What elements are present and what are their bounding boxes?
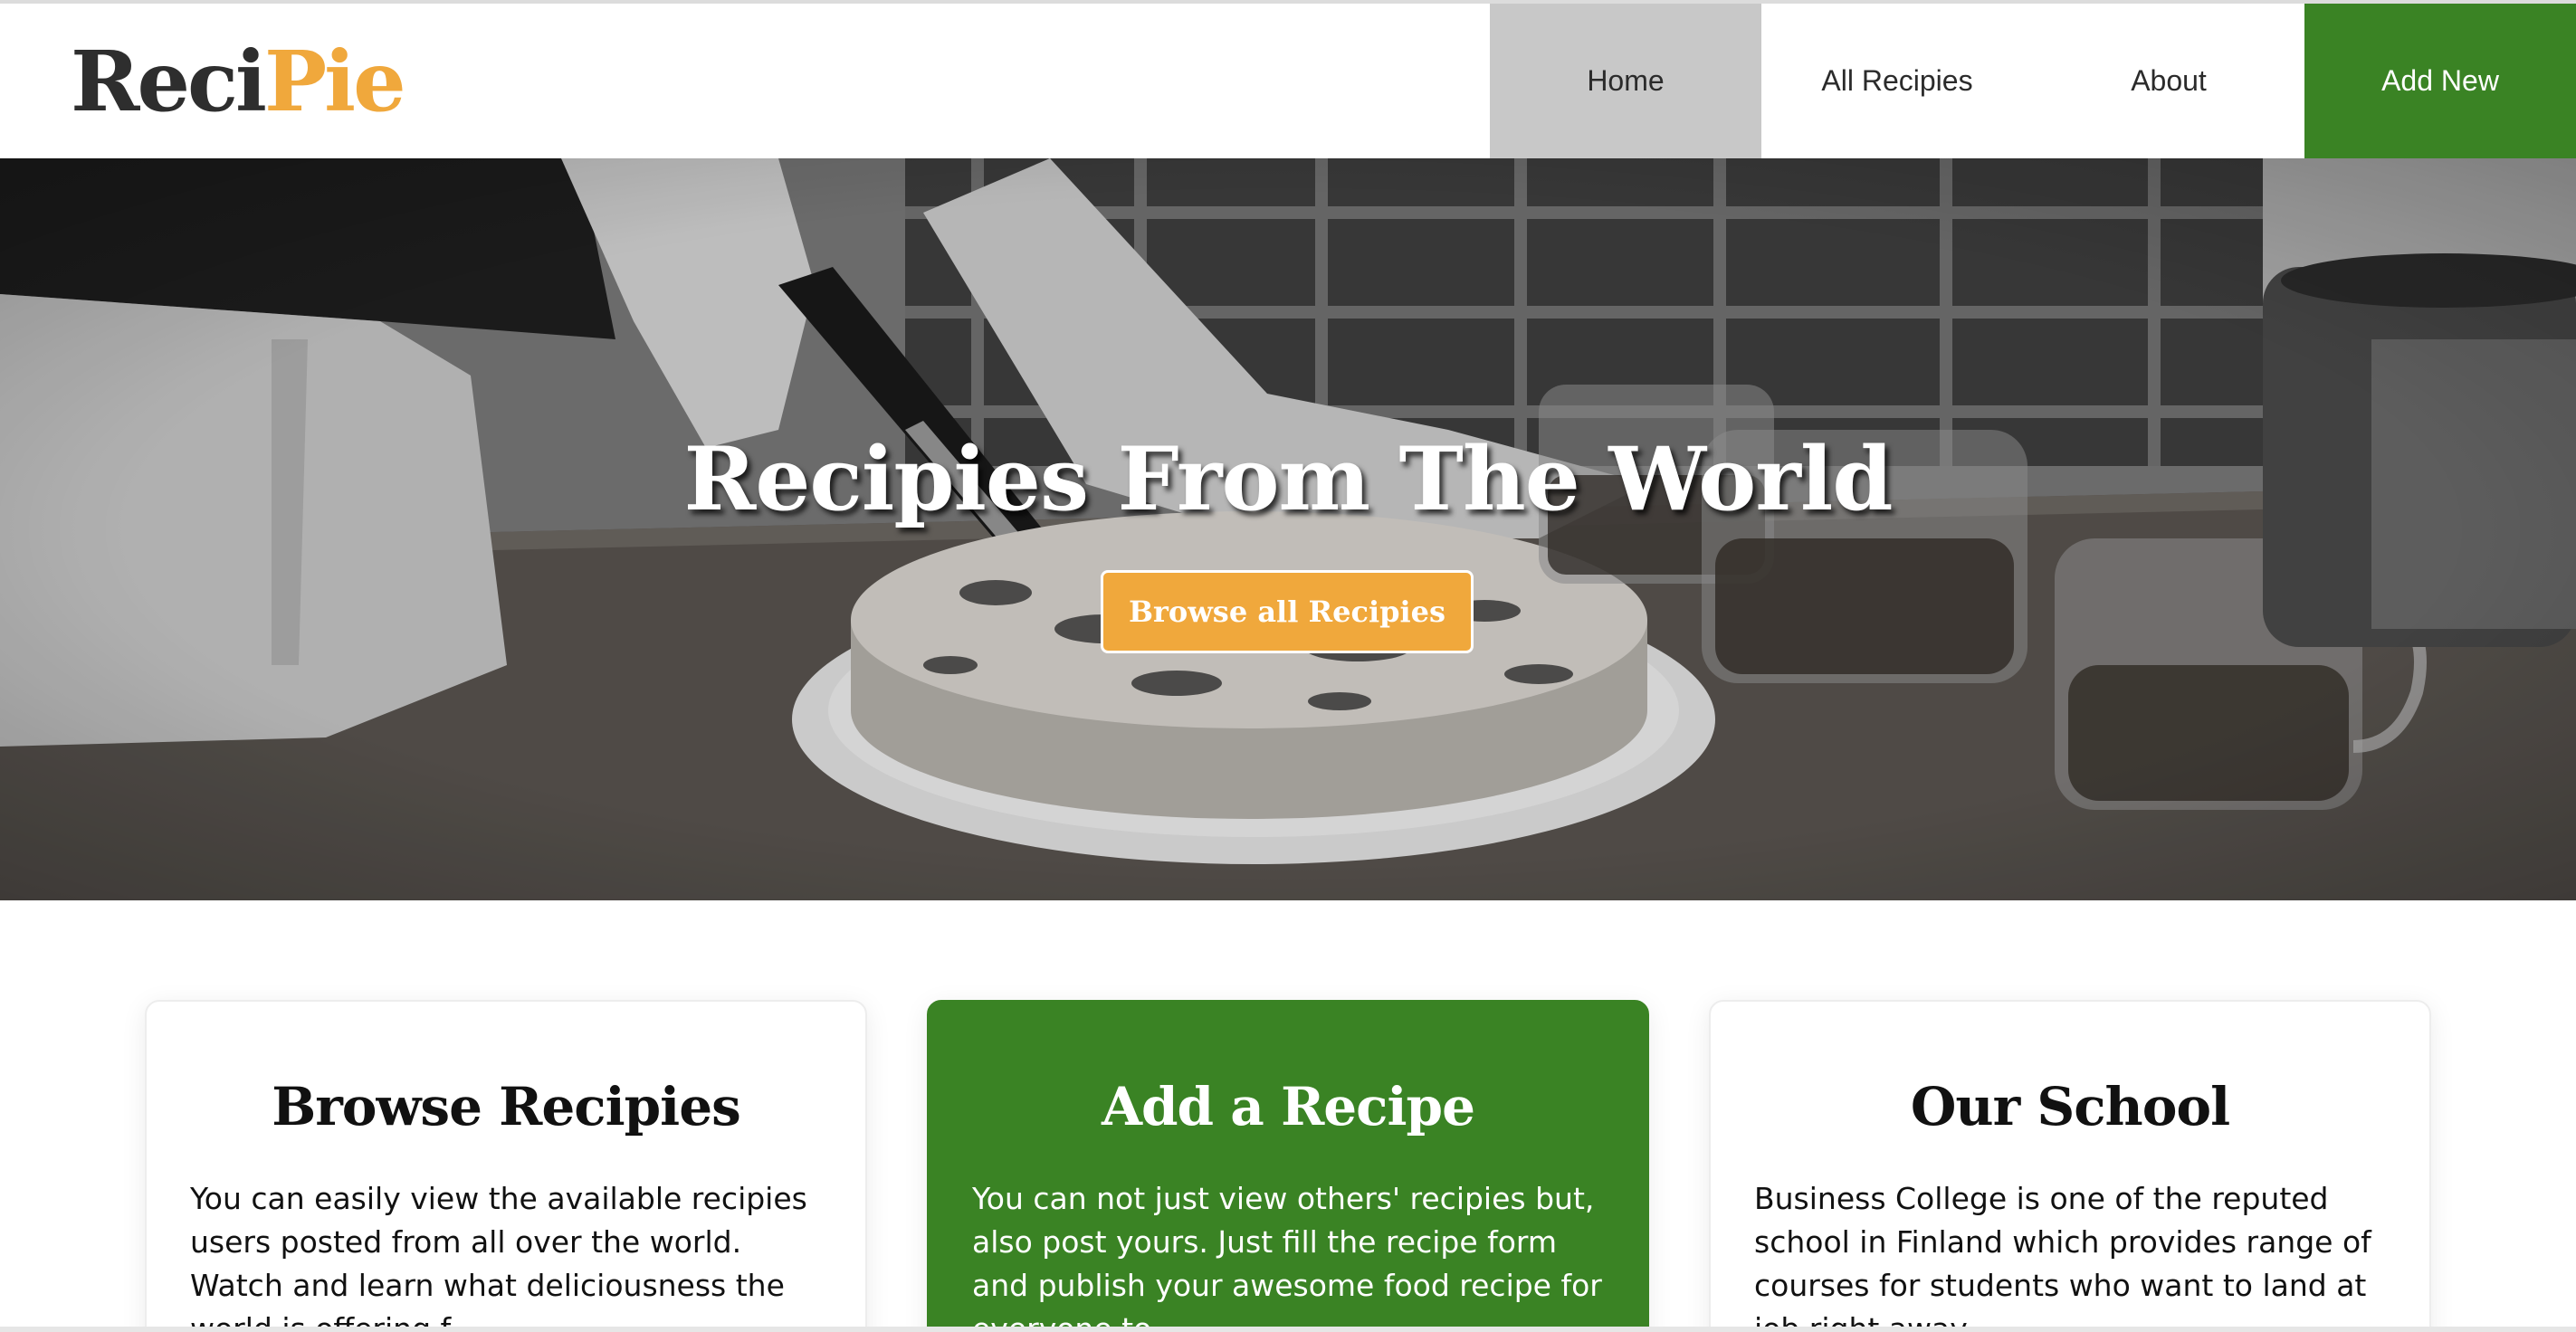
feature-cards: Browse Recipies You can easily view the … <box>145 1000 2431 1332</box>
card-title: Browse Recipies <box>272 1076 741 1137</box>
card-add-recipe: Add a Recipe You can not just view other… <box>927 1000 1649 1332</box>
nav-home[interactable]: Home <box>1490 4 1761 158</box>
logo-text-reci: Reci <box>71 32 267 130</box>
card-text: You can easily view the available recipi… <box>190 1181 807 1332</box>
card-browse-recipies: Browse Recipies You can easily view the … <box>145 1000 867 1332</box>
card-text: You can not just view others' recipies b… <box>972 1181 1602 1332</box>
logo-text-pie: Pie <box>263 32 406 130</box>
card-title: Our School <box>1910 1076 2230 1137</box>
hero-title: Recipies From The World <box>683 428 1894 530</box>
card-title: Add a Recipe <box>1102 1076 1475 1137</box>
browse-all-recipies-button[interactable]: Browse all Recipies <box>1101 570 1474 653</box>
card-text: Business College is one of the reputed s… <box>1754 1181 2371 1332</box>
nav-about[interactable]: About <box>2033 4 2304 158</box>
hero-banner: Recipies From The World Browse all Recip… <box>0 158 2576 900</box>
main-nav: Home All Recipies About Add New <box>1490 4 2576 158</box>
bottom-border <box>0 1327 2576 1332</box>
site-header: Reci Pie Home All Recipies About Add New <box>0 4 2576 158</box>
card-our-school: Our School Business College is one of th… <box>1709 1000 2431 1332</box>
nav-all-recipies[interactable]: All Recipies <box>1761 4 2033 158</box>
nav-add-new-button[interactable]: Add New <box>2304 4 2576 158</box>
site-logo[interactable]: Reci Pie <box>71 4 406 158</box>
